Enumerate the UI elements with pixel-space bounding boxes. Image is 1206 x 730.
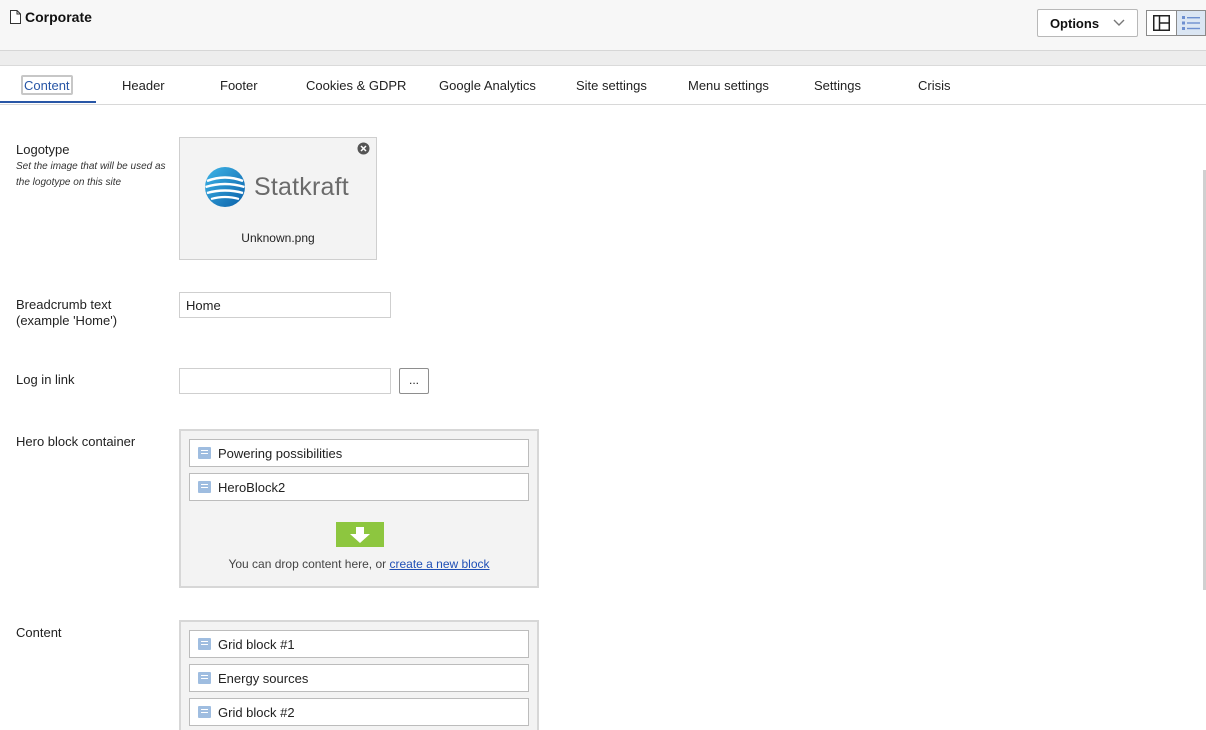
list-view-icon (1182, 16, 1200, 30)
tab-content[interactable]: Content (21, 75, 73, 95)
drop-arrow-icon (336, 522, 384, 547)
tab-bar: Content Header Footer Cookies & GDPR Goo… (0, 66, 1206, 105)
hero-block-item[interactable]: Powering possibilities (189, 439, 529, 467)
logo-wordmark: Statkraft (254, 172, 349, 201)
page-title: Corporate (10, 9, 92, 25)
tab-menu-settings[interactable]: Menu settings (688, 77, 769, 97)
tab-header[interactable]: Header (122, 77, 165, 97)
tab-google-analytics[interactable]: Google Analytics (439, 77, 536, 97)
tab-site-settings[interactable]: Site settings (576, 77, 647, 97)
logotype-hint: Set the image that will be used as the l… (16, 161, 166, 188)
drop-hint: You can drop content here, or create a n… (181, 557, 537, 571)
block-icon (198, 447, 211, 459)
options-label: Options (1049, 15, 1100, 31)
active-tab-indicator (0, 101, 96, 103)
tab-crisis[interactable]: Crisis (918, 77, 951, 97)
document-icon (10, 10, 21, 24)
page-title-text: Corporate (25, 9, 92, 25)
login-link-input[interactable] (179, 368, 391, 394)
tab-settings[interactable]: Settings (814, 77, 861, 97)
logotype-label: Logotype Set the image that will be used… (16, 142, 166, 191)
hero-block-drop-area[interactable]: Powering possibilities HeroBlock2 You ca… (179, 429, 539, 588)
block-icon (198, 706, 211, 718)
create-new-block-link[interactable]: create a new block (389, 557, 489, 571)
drop-hint-text: You can drop content here, or (228, 557, 390, 571)
hero-block-container-label: Hero block container (16, 434, 136, 449)
tab-footer[interactable]: Footer (220, 77, 258, 97)
remove-icon[interactable] (357, 142, 370, 155)
breadcrumb-label-line2: (example 'Home') (16, 313, 118, 328)
statkraft-globe-icon (205, 167, 245, 207)
logotype-label-text: Logotype (16, 142, 70, 157)
options-button[interactable]: Options (1037, 9, 1138, 37)
logotype-filename: Unknown.png (241, 231, 315, 245)
block-icon (198, 481, 211, 493)
hero-block-item-label: HeroBlock2 (218, 479, 286, 495)
list-view-button[interactable] (1176, 11, 1205, 35)
tab-cookies-gdpr[interactable]: Cookies & GDPR (306, 77, 406, 97)
content-block-item-label: Grid block #2 (218, 704, 295, 720)
content-block-item-label: Energy sources (218, 670, 309, 686)
browse-button[interactable]: ... (399, 368, 429, 394)
breadcrumb-text-input[interactable] (179, 292, 391, 318)
content-block-drop-area[interactable]: Grid block #1 Energy sources Grid block … (179, 620, 539, 730)
block-icon (198, 672, 211, 684)
top-bar: Corporate Options (0, 0, 1206, 50)
content-block-item[interactable]: Grid block #2 (189, 698, 529, 726)
block-icon (198, 638, 211, 650)
two-pane-layout-button[interactable] (1147, 11, 1176, 35)
breadcrumb-label-line1: Breadcrumb text (16, 297, 112, 312)
content-label: Content (16, 625, 62, 640)
view-toggle (1146, 10, 1206, 36)
content-block-item-label: Grid block #1 (218, 636, 295, 652)
chevron-down-icon (1113, 19, 1125, 26)
logo-image: Statkraft (204, 166, 349, 208)
content-block-item[interactable]: Energy sources (189, 664, 529, 692)
content-block-item[interactable]: Grid block #1 (189, 630, 529, 658)
logotype-image-picker[interactable]: Statkraft Unknown.png (179, 137, 377, 260)
two-pane-layout-icon (1153, 15, 1170, 31)
hero-block-item-label: Powering possibilities (218, 445, 343, 461)
login-link-label: Log in link (16, 372, 75, 387)
breadcrumb-label: Breadcrumb text (example 'Home') (16, 297, 117, 329)
header-divider-strip (0, 50, 1206, 66)
hero-block-item[interactable]: HeroBlock2 (189, 473, 529, 501)
